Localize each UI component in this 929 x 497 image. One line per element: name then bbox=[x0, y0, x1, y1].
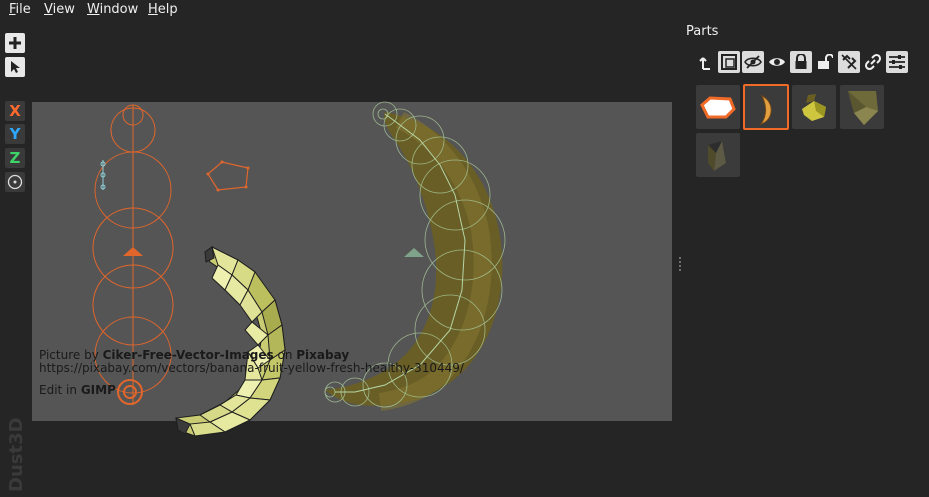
svg-text:Dust3D: Dust3D bbox=[6, 417, 27, 492]
menu-window[interactable]: Window bbox=[87, 2, 138, 17]
info-icon bbox=[7, 174, 23, 190]
radius-lock-button[interactable] bbox=[5, 172, 25, 192]
eye-hidden-icon bbox=[744, 55, 762, 69]
part-thumbnail-dark-block[interactable] bbox=[696, 133, 740, 177]
lock-part-button[interactable] bbox=[790, 51, 812, 73]
orange-outline-part-preview bbox=[700, 96, 736, 119]
add-node-button[interactable] bbox=[5, 33, 25, 53]
credit-line-1: Picture by Ciker-Free-Vector-Images on P… bbox=[39, 348, 349, 362]
hide-part-button[interactable] bbox=[742, 51, 764, 73]
link-part-button[interactable] bbox=[862, 51, 884, 73]
unlink-part-button[interactable] bbox=[838, 51, 860, 73]
eye-icon bbox=[769, 58, 785, 66]
part-thumbnail-outline[interactable] bbox=[696, 85, 740, 129]
part-thumbnail-yellow-block[interactable] bbox=[792, 85, 836, 129]
y-axis-lock-button[interactable]: Y bbox=[5, 124, 25, 144]
part-thumbnail-olive-block[interactable] bbox=[840, 85, 884, 129]
credit-mid: on bbox=[273, 348, 297, 362]
banana-part-preview bbox=[759, 94, 772, 125]
z-axis-lock-button[interactable]: Z bbox=[5, 148, 25, 168]
credit-site: Pixabay bbox=[296, 348, 350, 362]
yellow-block-part-preview bbox=[802, 94, 826, 121]
select-tool-button[interactable] bbox=[5, 57, 25, 77]
credit-prefix: Picture by bbox=[39, 348, 103, 362]
menu-view[interactable]: View bbox=[44, 2, 75, 17]
unlink-icon bbox=[841, 54, 857, 70]
x-axis-label: X bbox=[9, 102, 21, 120]
credit-line-3: Edit in GIMP bbox=[39, 383, 116, 397]
up-arrow-icon bbox=[699, 57, 710, 70]
x-axis-lock-button[interactable]: X bbox=[5, 101, 25, 121]
part-settings-button[interactable] bbox=[886, 51, 908, 73]
dust3d-watermark: Dust3D bbox=[0, 392, 30, 497]
unlock-icon bbox=[818, 54, 833, 69]
lock-icon bbox=[795, 54, 807, 69]
mirror-toggle-button[interactable] bbox=[718, 51, 740, 73]
plus-icon bbox=[9, 37, 21, 49]
mirror-frame-icon bbox=[721, 54, 737, 70]
credit-author: Ciker-Free-Vector-Images bbox=[102, 348, 274, 362]
menu-bar: File View Window Help bbox=[0, 0, 929, 21]
move-up-button[interactable] bbox=[695, 51, 717, 73]
menu-help[interactable]: Help bbox=[148, 2, 178, 17]
z-axis-label: Z bbox=[9, 149, 21, 167]
parts-panel-title: Parts bbox=[686, 24, 719, 39]
panel-splitter[interactable] bbox=[679, 256, 681, 272]
show-part-button[interactable] bbox=[766, 51, 788, 73]
unlock-part-button[interactable] bbox=[814, 51, 836, 73]
y-axis-label: Y bbox=[9, 125, 21, 143]
link-icon bbox=[864, 53, 882, 71]
dark-block-part-preview bbox=[708, 141, 726, 171]
pointer-icon bbox=[11, 61, 20, 73]
menu-file[interactable]: File bbox=[9, 2, 31, 17]
settings-sliders-icon bbox=[889, 55, 905, 69]
part-thumbnail-banana[interactable] bbox=[743, 84, 789, 130]
credit-edit-prefix: Edit in bbox=[39, 383, 81, 397]
credit-app: GIMP bbox=[80, 383, 116, 397]
olive-block-part-preview bbox=[848, 91, 878, 125]
credit-line-2: https://pixabay.com/vectors/banana-fruit… bbox=[39, 361, 464, 375]
